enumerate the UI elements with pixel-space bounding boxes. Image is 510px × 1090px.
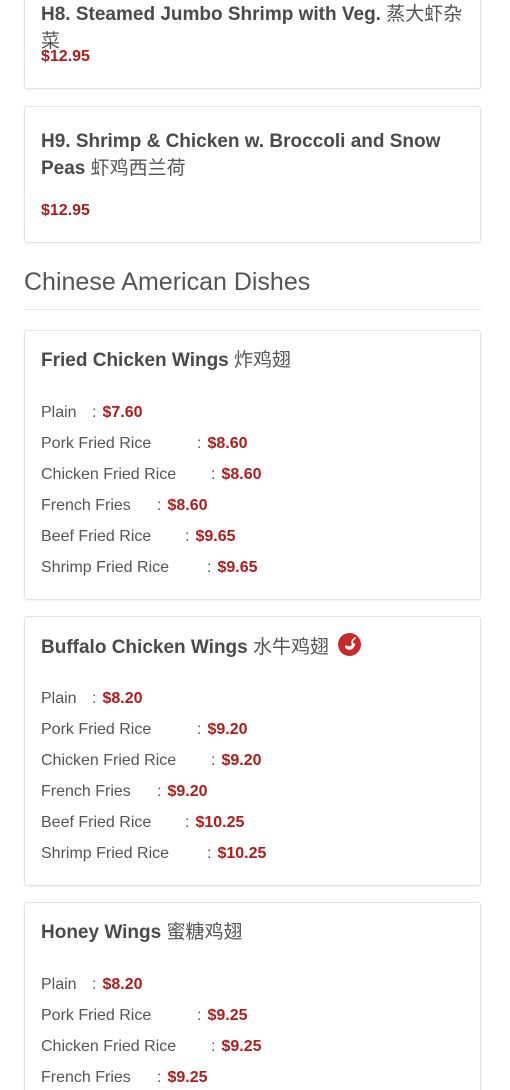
option-label: Shrimp Fried Rice <box>41 559 170 576</box>
item-chinese-name: 蜜糖鸡翅 <box>166 922 243 943</box>
menu-item-card-h9[interactable]: H9. Shrimp & Chicken w. Broccoli and Sno… <box>24 106 481 243</box>
option-price: $9.20 <box>207 721 248 738</box>
menu-item-card-fried-chicken-wings[interactable]: Fried Chicken Wings 炸鸡翅 Plain: $7.60 Pork… <box>24 330 481 600</box>
option-price: $9.20 <box>167 783 208 800</box>
option-row[interactable]: Chicken Fried Rice: $9.20 <box>41 749 262 773</box>
option-price: $8.60 <box>167 497 208 514</box>
option-row[interactable]: Plain: $8.20 <box>41 687 143 711</box>
menu-item-card-honey-wings[interactable]: Honey Wings 蜜糖鸡翅 Plain: $8.20 Pork Fried … <box>24 902 481 1090</box>
menu-item-name: Fried Chicken Wings 炸鸡翅 <box>41 347 464 374</box>
item-title-text: H9. Shrimp & Chicken w. Broccoli and Sno… <box>41 131 441 152</box>
item-chinese-name: 虾鸡西兰荷 <box>90 158 186 179</box>
option-separator: : <box>157 497 162 514</box>
option-row[interactable]: Plain: $7.60 <box>41 401 143 425</box>
option-label: Plain <box>41 976 77 993</box>
option-label: Chicken Fried Rice <box>41 1038 177 1055</box>
option-label: French Fries <box>41 497 131 514</box>
option-row[interactable]: Pork Fried Rice: $9.20 <box>41 718 248 742</box>
option-label: Pork Fried Rice <box>41 1007 152 1024</box>
menu-item-card-buffalo-chicken-wings[interactable]: Buffalo Chicken Wings 水牛鸡翅 Plain: $8.20 P… <box>24 616 481 886</box>
menu-item-name: H8. Steamed Jumbo Shrimp with Veg. 蒸大虾杂菜 <box>41 1 464 55</box>
option-label: French Fries <box>41 783 131 800</box>
option-label: Beef Fried Rice <box>41 814 152 831</box>
option-price: $8.20 <box>102 976 143 993</box>
option-row[interactable]: Shrimp Fried Rice: $10.25 <box>41 842 266 866</box>
option-separator: : <box>211 752 216 769</box>
option-price: $8.20 <box>102 690 143 707</box>
option-label: Chicken Fried Rice <box>41 752 177 769</box>
option-label: French Fries <box>41 1069 131 1086</box>
menu-item-name: H9. Shrimp & Chicken w. Broccoli and Sno… <box>41 128 464 182</box>
option-price: $9.25 <box>167 1069 208 1086</box>
option-row[interactable]: Beef Fried Rice: $9.65 <box>41 525 236 549</box>
menu-item-name: Honey Wings 蜜糖鸡翅 <box>41 919 464 946</box>
item-price: $12.95 <box>41 202 90 219</box>
option-row[interactable]: French Fries: $9.20 <box>41 780 208 804</box>
option-separator: : <box>92 976 97 993</box>
menu-item-card-h8[interactable]: H8. Steamed Jumbo Shrimp with Veg. 蒸大虾杂菜… <box>24 0 481 89</box>
option-separator: : <box>197 721 202 738</box>
option-price: $8.60 <box>221 466 262 483</box>
option-price: $7.60 <box>102 404 143 421</box>
option-separator: : <box>185 528 190 545</box>
option-row[interactable]: Shrimp Fried Rice: $9.65 <box>41 556 258 580</box>
option-separator: : <box>157 1069 162 1086</box>
option-label: Pork Fried Rice <box>41 721 152 738</box>
option-label: Pork Fried Rice <box>41 435 152 452</box>
option-separator: : <box>92 404 97 421</box>
item-title-text: Buffalo Chicken Wings <box>41 637 248 658</box>
option-price: $10.25 <box>195 814 245 831</box>
option-separator: : <box>197 1007 202 1024</box>
item-title-text: Fried Chicken Wings <box>41 350 229 371</box>
item-title-text: H8. Steamed Jumbo Shrimp with Veg. <box>41 4 381 25</box>
option-separator: : <box>157 783 162 800</box>
option-separator: : <box>211 1038 216 1055</box>
option-row[interactable]: Chicken Fried Rice: $8.60 <box>41 463 262 487</box>
item-chinese-name: 炸鸡翅 <box>234 350 292 371</box>
item-title-text-line2: Peas <box>41 158 86 179</box>
option-price: $9.20 <box>221 752 262 769</box>
option-label: Beef Fried Rice <box>41 528 152 545</box>
section-divider <box>24 309 481 310</box>
option-separator: : <box>185 814 190 831</box>
item-title-text: Honey Wings <box>41 922 162 943</box>
item-price: $12.95 <box>41 48 90 65</box>
chili-pepper-icon <box>338 633 362 656</box>
option-price: $9.25 <box>207 1007 248 1024</box>
option-separator: : <box>207 559 212 576</box>
section-title: Chinese American Dishes <box>24 268 311 296</box>
option-price: $10.25 <box>217 845 267 862</box>
option-label: Plain <box>41 690 77 707</box>
option-row[interactable]: Chicken Fried Rice: $9.25 <box>41 1035 262 1059</box>
option-price: $9.65 <box>217 559 258 576</box>
option-price: $9.65 <box>195 528 236 545</box>
menu-item-name: Buffalo Chicken Wings 水牛鸡翅 <box>41 633 464 661</box>
option-price: $9.25 <box>221 1038 262 1055</box>
option-row[interactable]: French Fries: $9.25 <box>41 1066 208 1090</box>
option-label: Plain <box>41 404 77 421</box>
option-separator: : <box>92 690 97 707</box>
option-separator: : <box>207 845 212 862</box>
option-label: Chicken Fried Rice <box>41 466 177 483</box>
option-row[interactable]: Beef Fried Rice: $10.25 <box>41 811 244 835</box>
item-chinese-name: 水牛鸡翅 <box>253 637 330 658</box>
option-row[interactable]: French Fries: $8.60 <box>41 494 208 518</box>
option-label: Shrimp Fried Rice <box>41 845 170 862</box>
option-row[interactable]: Pork Fried Rice: $9.25 <box>41 1004 248 1028</box>
option-row[interactable]: Pork Fried Rice: $8.60 <box>41 432 248 456</box>
option-separator: : <box>197 435 202 452</box>
option-row[interactable]: Plain: $8.20 <box>41 973 143 997</box>
option-separator: : <box>211 466 216 483</box>
option-price: $8.60 <box>207 435 248 452</box>
